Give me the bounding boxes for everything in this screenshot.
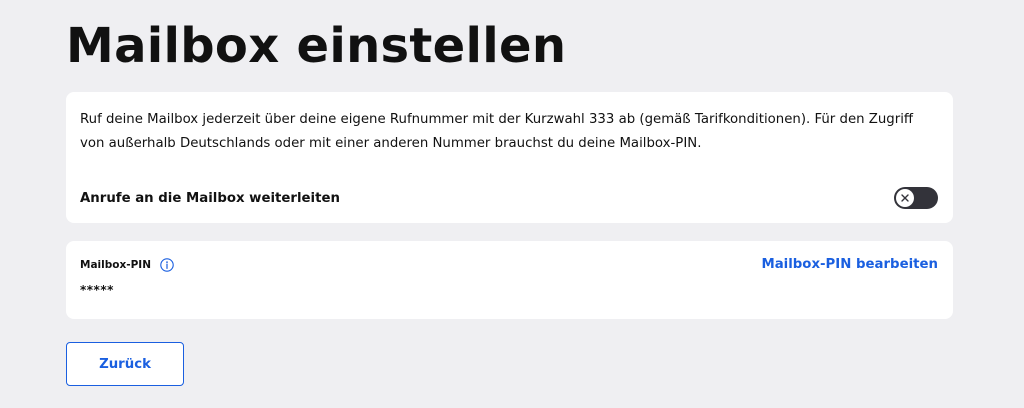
edit-pin-link[interactable]: Mailbox-PIN bearbeiten: [761, 257, 938, 272]
forward-toggle[interactable]: [894, 187, 938, 209]
pin-value: *****: [80, 283, 114, 297]
page-title: Mailbox einstellen: [66, 18, 567, 74]
toggle-knob: [896, 189, 914, 207]
close-icon: [901, 194, 909, 202]
forward-setting-row: Anrufe an die Mailbox weiterleiten: [80, 187, 939, 209]
mailbox-pin-card: Mailbox-PIN ***** Mailbox-PIN bearbeiten: [66, 241, 953, 319]
back-button[interactable]: Zurück: [66, 342, 184, 386]
info-circle-icon[interactable]: [160, 258, 174, 272]
forward-setting-label: Anrufe an die Mailbox weiterleiten: [80, 190, 340, 206]
mailbox-info-text: Ruf deine Mailbox jederzeit über deine e…: [80, 112, 914, 151]
pin-label: Mailbox-PIN: [80, 259, 151, 271]
pin-label-row: Mailbox-PIN: [80, 258, 174, 272]
mailbox-info-card: Ruf deine Mailbox jederzeit über deine e…: [66, 92, 953, 223]
